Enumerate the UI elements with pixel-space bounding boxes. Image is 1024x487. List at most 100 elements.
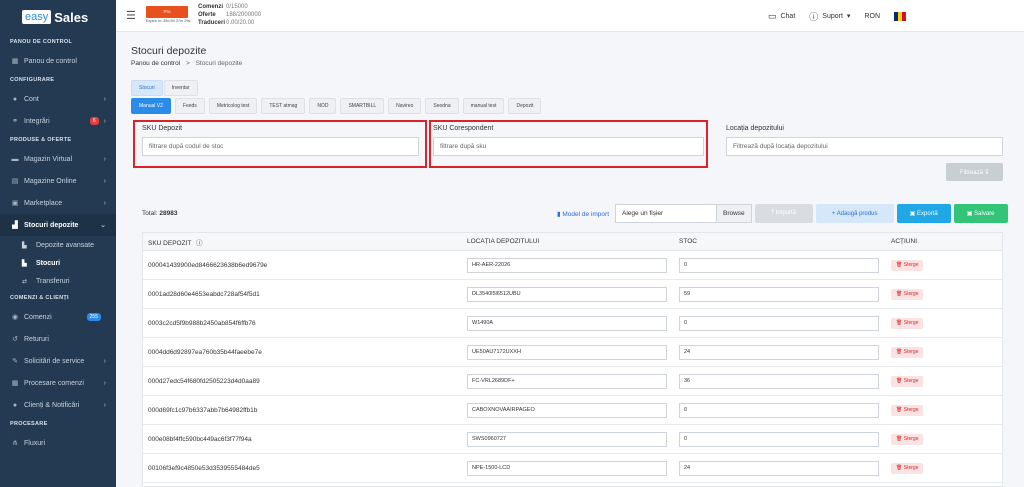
header-sku[interactable]: SKU DEPOZIT ⓘ <box>143 237 462 247</box>
row-stock-input[interactable]: 59 <box>679 286 879 302</box>
brand-logo[interactable]: easy Sales <box>0 0 116 34</box>
table-row: 000e08bf4ffc590bc449ac6f3f77f94a SWS0960… <box>143 425 1002 454</box>
delete-button[interactable]: 🗑 Sterge <box>891 433 924 445</box>
tab-feeds[interactable]: Feeds <box>174 98 205 114</box>
total-value: 28983 <box>159 210 178 217</box>
row-location-input[interactable]: FC-VRL2689DF+ <box>467 373 667 389</box>
sidebar-item-stocuri-depozite[interactable]: ▟ Stocuri depozite ⌄ <box>0 214 116 236</box>
sidebar-item-panou-control[interactable]: ▦ Panou de control <box>0 50 116 72</box>
tab-stocuri[interactable]: Stocuri <box>131 80 163 96</box>
sidebar-item-procesare-comenzi[interactable]: ▦ Procesare comenzi › <box>0 372 116 394</box>
row-location-input[interactable]: UE50AU7172UXXH <box>467 344 667 360</box>
row-location-input[interactable]: SWS0960727 <box>467 431 667 447</box>
delete-button[interactable]: 🗑 Sterge <box>891 317 924 329</box>
breadcrumb-home[interactable]: Panou de control <box>131 60 180 67</box>
tab-navireo[interactable]: Navireo <box>388 98 422 114</box>
browse-button[interactable]: Browse <box>716 205 751 222</box>
filter-button[interactable]: Filtrează ⊽ <box>946 163 1003 181</box>
tab-manual-v2[interactable]: Manual V2 <box>131 98 171 114</box>
delete-button[interactable]: 🗑 Sterge <box>891 259 924 271</box>
brand-logo-part2: Sales <box>54 9 89 25</box>
sidebar-item-clienti[interactable]: ● Clienți & Notificări › <box>0 394 116 416</box>
delete-button[interactable]: 🗑 Sterge <box>891 346 924 358</box>
row-location-input[interactable]: HR-AER-22026 <box>467 257 667 273</box>
save-button[interactable]: ▣ Salvare <box>953 204 1008 223</box>
import-button[interactable]: ⤒ Importă <box>754 204 813 223</box>
row-location-input[interactable]: NPE-1500-LCD <box>467 460 667 476</box>
flow-icon: ⋔ <box>12 440 18 447</box>
quota-oferte-value: 188/2000000 <box>226 12 262 18</box>
quota-comenzi-label: Comenzi <box>198 4 224 10</box>
sidebar-item-solicitari[interactable]: ✎ Solicitări de service › <box>0 350 116 372</box>
sidebar-item-marketplace[interactable]: ▣ Marketplace › <box>0 192 116 214</box>
romania-flag-icon[interactable] <box>894 11 906 21</box>
breadcrumb-separator: > <box>185 60 190 67</box>
header-actiuni: ACȚIUNI <box>891 238 917 245</box>
tab-nod[interactable]: NOD <box>309 98 337 114</box>
row-stock-input[interactable]: 0 <box>679 431 879 447</box>
row-stock-input[interactable]: 24 <box>679 344 879 360</box>
tabs-main: Stocuri Inventar <box>131 80 199 96</box>
sidebar-item-integrari[interactable]: ⚭ Integrări 6 › <box>0 110 116 132</box>
caret-down-icon: ▾ <box>846 13 851 20</box>
breadcrumb-current: Stocuri depozite <box>195 60 243 67</box>
sidebar-item-retururi[interactable]: ↺ Retururi <box>0 328 116 350</box>
tab-seodna[interactable]: Seodna <box>425 98 459 114</box>
dashboard-icon: ▦ <box>11 58 19 65</box>
tab-smartbill[interactable]: SMARTBILL <box>340 98 385 114</box>
link-icon: ⚭ <box>12 118 18 125</box>
delete-button[interactable]: 🗑 Sterge <box>891 288 924 300</box>
hamburger-icon[interactable]: ☰ <box>126 9 136 22</box>
tab-inventar[interactable]: Inventar <box>163 80 198 96</box>
file-picker[interactable]: Alege un fișier Browse <box>615 204 752 223</box>
locatie-input[interactable] <box>726 137 1003 156</box>
chevron-right-icon: › <box>103 95 106 103</box>
currency-selector[interactable]: RON <box>864 13 880 20</box>
chevron-right-icon: › <box>103 155 106 163</box>
model-import-link[interactable]: ▮ Model de import <box>557 210 609 218</box>
chevron-right-icon: › <box>103 117 106 125</box>
row-location-input[interactable]: DL3540l5l6512UBU <box>467 286 667 302</box>
sidebar-item-cont[interactable]: ● Cont › <box>0 88 116 110</box>
row-stock-input[interactable]: 24 <box>679 460 879 476</box>
chevron-right-icon: › <box>103 177 106 185</box>
info-icon: ⓘ <box>809 11 819 22</box>
sidebar-subitem-transferuri[interactable]: ⇄ Transferuri <box>0 272 116 290</box>
row-location-input[interactable]: W1490A <box>467 315 667 331</box>
sidebar-item-comenzi[interactable]: ◉ Comenzi 255 <box>0 306 116 328</box>
integrari-badge: 6 <box>89 117 99 125</box>
delete-button[interactable]: 🗑 Sterge <box>891 375 924 387</box>
section-procesare: PROCESARE <box>10 421 48 427</box>
delete-button[interactable]: 🗑 Sterge <box>891 404 924 416</box>
row-stock-input[interactable]: 0 <box>679 402 879 418</box>
row-stock-input[interactable]: 0 <box>679 257 879 273</box>
row-location-input[interactable]: CABOXNOVAAIRPAGEO <box>467 402 667 418</box>
sidebar-item-magazin-virtual[interactable]: ▬ Magazin Virtual › <box>0 148 116 170</box>
user-icon: ● <box>12 95 18 103</box>
add-product-button[interactable]: + Adaugă produs <box>815 204 894 223</box>
sku-depozit-input[interactable] <box>142 137 419 156</box>
chat-button[interactable]: ▭ Chat <box>768 11 795 22</box>
tab-manual-test[interactable]: manual test <box>462 98 505 114</box>
export-button[interactable]: ▣ Exportă <box>896 204 951 223</box>
plan-badge[interactable]: Pro <box>146 6 188 18</box>
tab-metricolog-test[interactable]: Metricolog test <box>208 98 258 114</box>
help-icon: ⓘ <box>196 239 203 247</box>
tab-test-atmag[interactable]: TEST atmag <box>261 98 306 114</box>
row-stock-input[interactable]: 36 <box>679 373 879 389</box>
sidebar-item-fluxuri[interactable]: ⋔ Fluxuri <box>0 432 116 454</box>
return-icon: ↺ <box>12 336 18 343</box>
sidebar-item-magazine-online[interactable]: ▤ Magazine Online › <box>0 170 116 192</box>
sidebar-subitem-stocuri[interactable]: ▙ Stocuri <box>0 254 116 272</box>
table-row: 000d27edc54f680fd2505223d4d0aa89 FC-VRL2… <box>143 367 1002 396</box>
section-configurare: CONFIGURARE <box>10 77 55 83</box>
row-stock-input[interactable]: 0 <box>679 315 879 331</box>
plan-expiry: Expiră în: 35d 6h 37m 29s <box>146 19 191 23</box>
tab-depozit[interactable]: Depozit <box>508 98 542 114</box>
sku-corespondent-input[interactable] <box>433 137 704 156</box>
table-header: SKU DEPOZIT ⓘ LOCAȚIA DEPOZITULUI STOC A… <box>143 233 1002 251</box>
delete-button[interactable]: 🗑 Sterge <box>891 462 924 474</box>
suport-button[interactable]: ⓘ Suport ▾ <box>809 10 850 23</box>
sidebar-subitem-depozite-avansate[interactable]: ▙ Depozite avansate <box>0 236 116 254</box>
store-icon: ▬ <box>11 155 19 163</box>
